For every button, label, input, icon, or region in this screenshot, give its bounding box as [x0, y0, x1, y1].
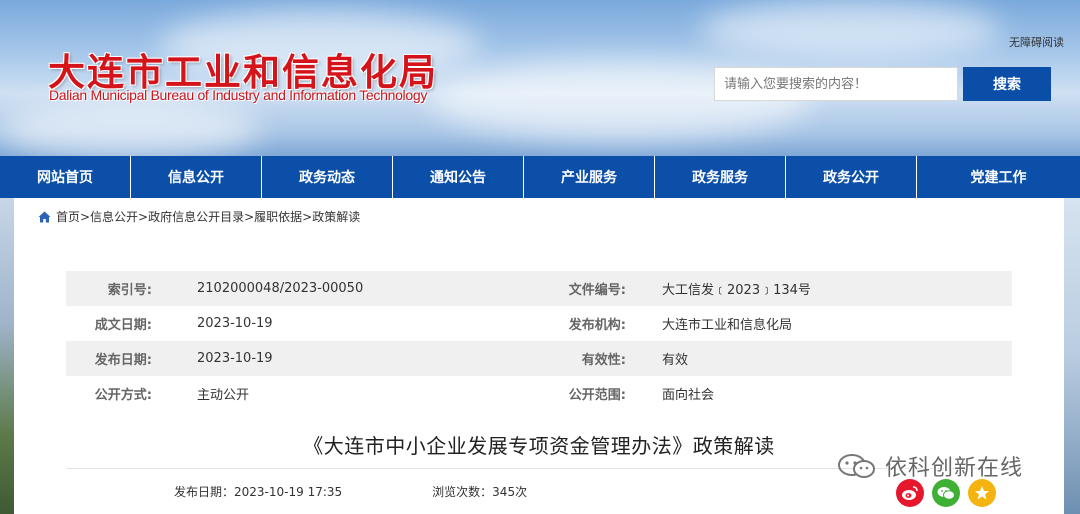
meta-label: 公开方式:	[94, 388, 152, 403]
search-button[interactable]: 搜索	[963, 67, 1051, 101]
meta-label: 索引号:	[107, 283, 152, 298]
accessible-reading-link[interactable]: 无障碍阅读	[1009, 34, 1064, 50]
banner-cloud	[0, 100, 260, 156]
header-banner: 大连市工业和信息化局 Dalian Municipal Bureau of In…	[0, 0, 1080, 156]
meta-row: 索引号: 2102000048/2023-00050 文件编号: 大工信发﹝20…	[66, 271, 1012, 306]
publish-date-label: 发布日期：	[174, 485, 235, 499]
meta-label: 成文日期:	[94, 318, 152, 333]
breadcrumb: 首页>信息公开>政府信息公开目录>履职依据>政策解读	[38, 208, 360, 225]
meta-value: 主动公开	[197, 388, 250, 403]
wechat-watermark-icon	[838, 454, 875, 478]
meta-row: 公开方式: 主动公开 公开范围: 面向社会	[66, 376, 1012, 411]
star-icon	[975, 486, 989, 500]
side-scenery-left	[0, 198, 14, 514]
meta-value: 2102000048/2023-00050	[197, 281, 364, 296]
nav-item-gov-affairs[interactable]: 政务公开	[786, 156, 917, 198]
view-count: 浏览次数：345次	[432, 483, 527, 500]
share-buttons	[896, 479, 996, 507]
meta-value: 面向社会	[662, 388, 715, 403]
main-nav: 网站首页 信息公开 政务动态 通知公告 产业服务 政务服务 政务公开 党建工作	[0, 156, 1080, 198]
meta-label: 发布日期:	[94, 353, 152, 368]
meta-label: 公开范围:	[568, 388, 626, 403]
meta-value: 2023-10-19	[197, 351, 273, 366]
nav-item-notices[interactable]: 通知公告	[393, 156, 524, 198]
nav-item-home[interactable]: 网站首页	[0, 156, 131, 198]
meta-value: 有效	[662, 353, 689, 368]
view-count-label: 浏览次数：	[432, 485, 493, 499]
meta-value: 大连市工业和信息化局	[662, 318, 793, 333]
wechat-icon	[937, 486, 955, 500]
publish-date-value: 2023-10-19 17:35	[234, 485, 343, 499]
publish-date: 发布日期：2023-10-19 17:35	[174, 483, 342, 500]
nav-item-party-building[interactable]: 党建工作	[917, 156, 1080, 198]
watermark-text: 依科创新在线	[885, 456, 1024, 481]
publish-info: 发布日期：2023-10-19 17:35 浏览次数：345次	[174, 483, 527, 500]
share-weibo-button[interactable]	[896, 479, 924, 507]
meta-label: 有效性:	[581, 353, 626, 368]
nav-item-info-disclosure[interactable]: 信息公开	[131, 156, 262, 198]
watermark: 依科创新在线	[837, 450, 1023, 482]
breadcrumb-trail[interactable]: 首页>信息公开>政府信息公开目录>履职依据>政策解读	[56, 208, 360, 225]
weibo-icon	[902, 486, 918, 500]
document-meta-table: 索引号: 2102000048/2023-00050 文件编号: 大工信发﹝20…	[66, 271, 1012, 411]
nav-item-gov-news[interactable]: 政务动态	[262, 156, 393, 198]
view-count-value: 345次	[492, 485, 528, 499]
meta-label: 文件编号:	[568, 283, 626, 298]
search-input[interactable]	[714, 67, 958, 101]
site-title-english: Dalian Municipal Bureau of Industry and …	[49, 87, 428, 103]
favorite-button[interactable]	[968, 479, 996, 507]
meta-row: 成文日期: 2023-10-19 发布机构: 大连市工业和信息化局	[66, 306, 1012, 341]
meta-value: 大工信发﹝2023﹞134号	[662, 283, 811, 298]
meta-label: 发布机构:	[568, 318, 626, 333]
banner-cloud	[700, 0, 1000, 60]
side-scenery-right	[1064, 198, 1080, 514]
meta-value: 2023-10-19	[197, 316, 273, 331]
home-icon	[38, 211, 51, 222]
meta-row: 发布日期: 2023-10-19 有效性: 有效	[66, 341, 1012, 376]
nav-item-gov-services[interactable]: 政务服务	[655, 156, 786, 198]
nav-item-industry-services[interactable]: 产业服务	[524, 156, 655, 198]
share-wechat-button[interactable]	[932, 479, 960, 507]
